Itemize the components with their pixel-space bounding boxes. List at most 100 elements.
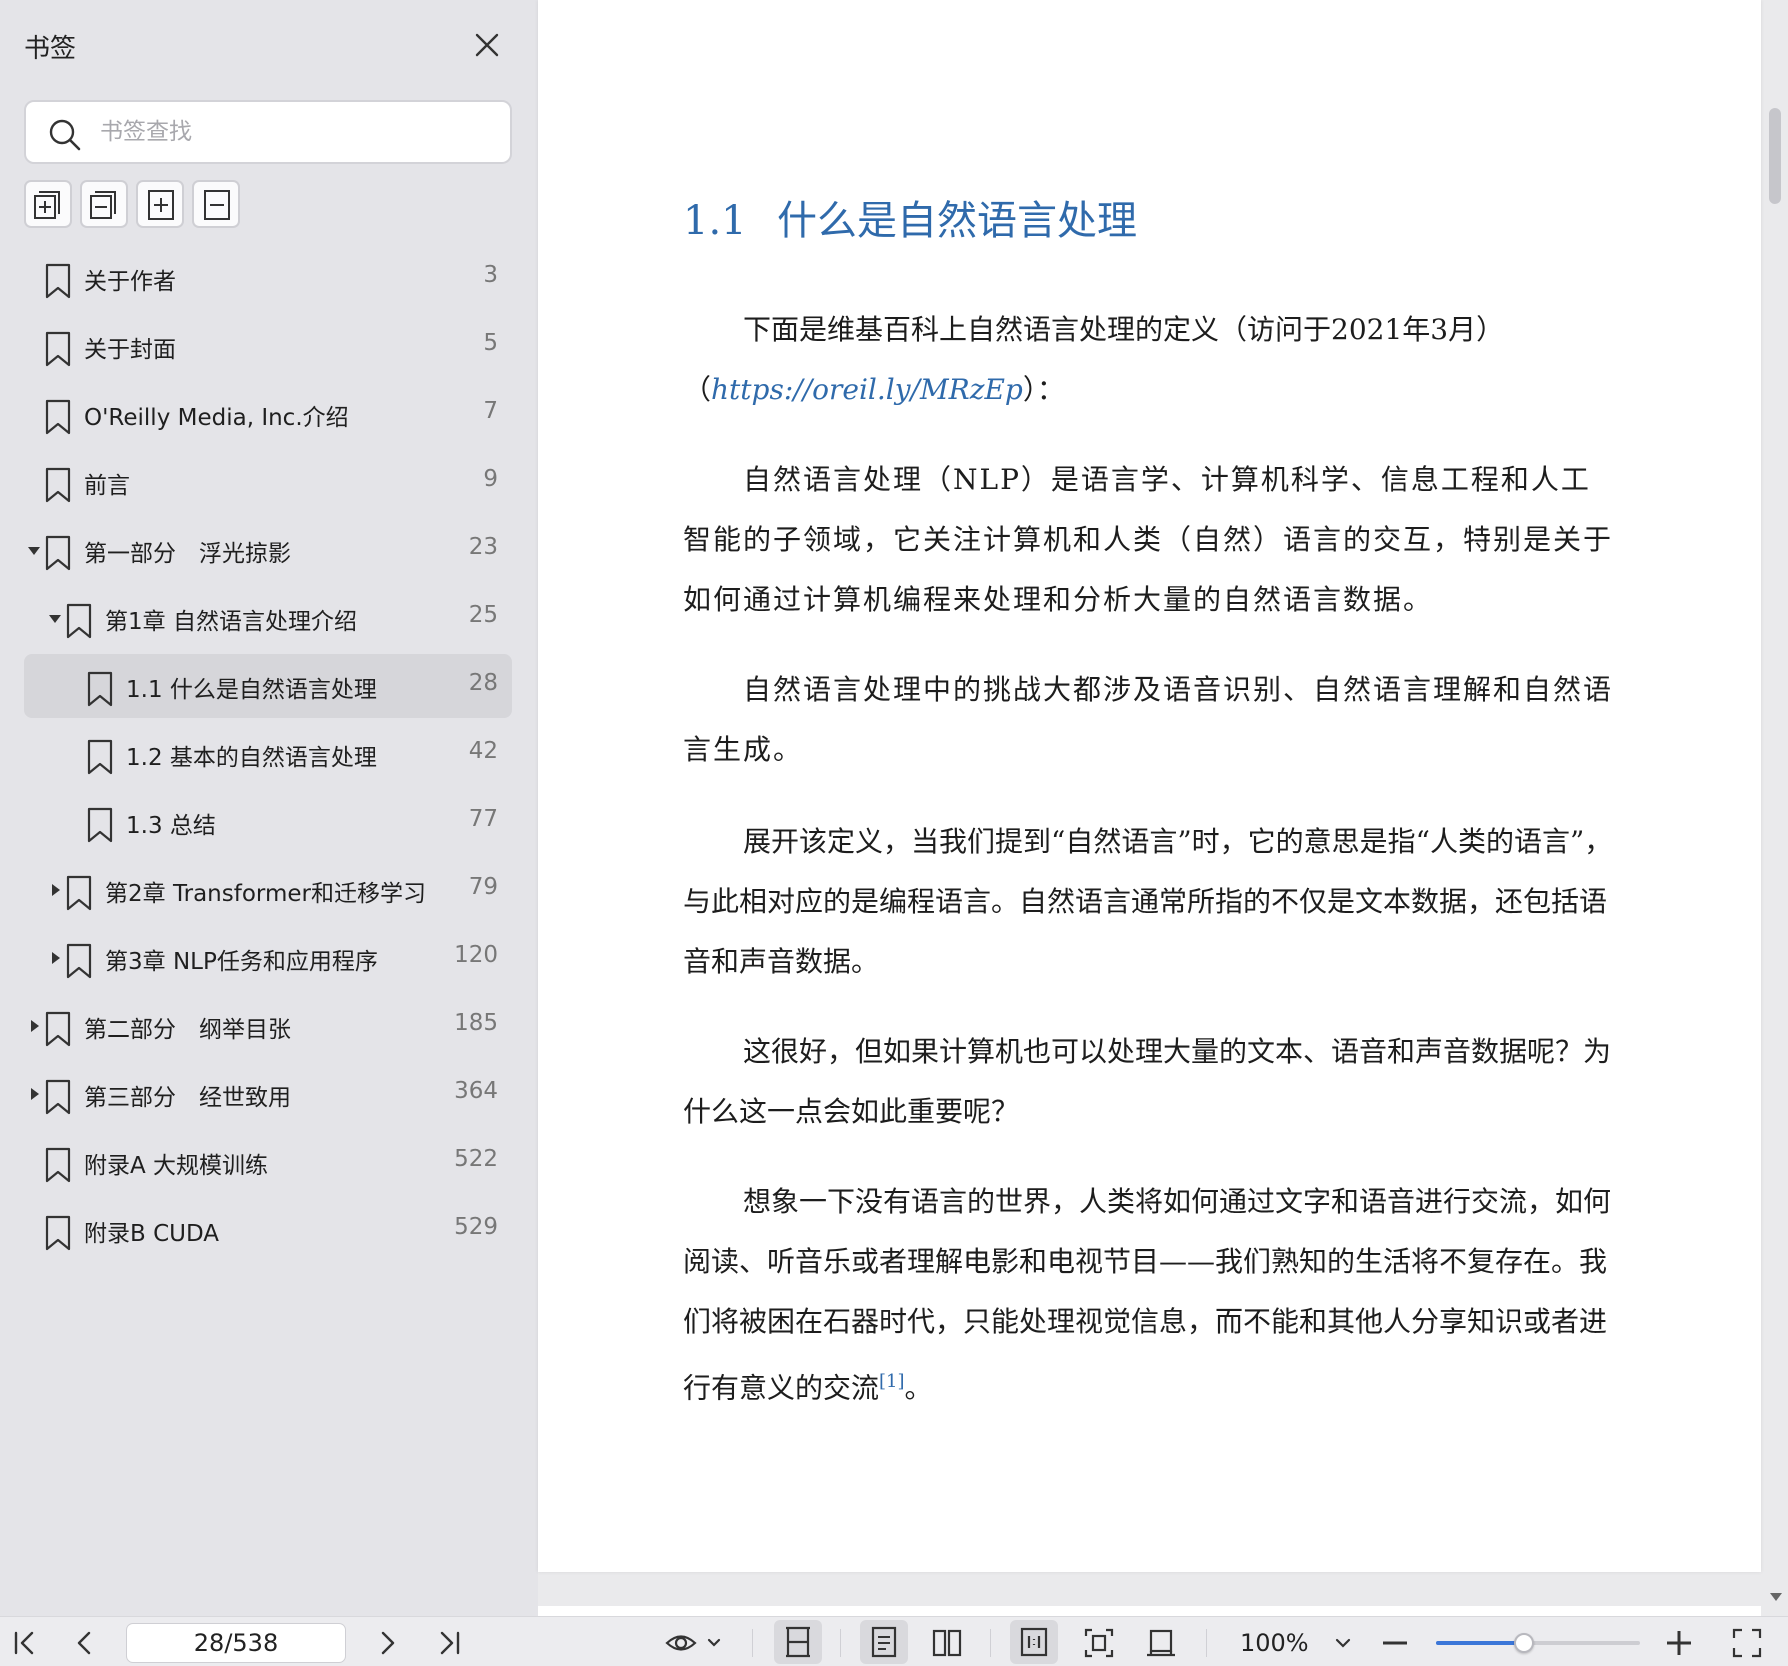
last-page-icon: [440, 1631, 460, 1655]
separator: [840, 1629, 841, 1657]
bookmark-item[interactable]: 第一部分 浮光掠影 23: [24, 518, 512, 582]
bookmark-page-number: 77: [468, 806, 498, 832]
bookmark-search-box[interactable]: [24, 100, 512, 164]
add-bookmark-button[interactable]: [136, 180, 184, 228]
bookmark-icon: [45, 399, 71, 435]
expand-arrow-down-icon[interactable]: [22, 538, 46, 562]
bookmark-item[interactable]: 第3章 NLP任务和应用程序 120: [24, 926, 512, 990]
bookmark-page-number: 364: [454, 1078, 498, 1104]
bookmark-item[interactable]: 第1章 自然语言处理介绍 25: [24, 586, 512, 650]
separator: [752, 1629, 753, 1657]
expand-all-button[interactable]: [24, 180, 72, 228]
bookmark-label: 附录A 大规模训练: [84, 1153, 269, 1179]
bookmark-sidebar: 书签 关于作者 3 关于封面 5 O'Reilly Media, Inc.介绍 7 前言 9 第…: [0, 0, 538, 1616]
zoom-slider-knob[interactable]: [1513, 1633, 1534, 1653]
bookmark-page-number: 25: [468, 602, 498, 628]
bookmark-page-number: 522: [454, 1146, 498, 1172]
bookmark-item[interactable]: 1.3 总结 77: [24, 790, 512, 854]
paren-open: （: [683, 373, 712, 406]
bookmark-label: 第二部分 纲举目张: [84, 1017, 291, 1043]
document-page: 1.1 什么是自然语言处理 下面是维基百科上自然语言处理的定义（访问于2021年3…: [538, 0, 1761, 1572]
zoom-slider[interactable]: [1436, 1633, 1640, 1653]
zoom-level-value: 100%: [1240, 1629, 1309, 1657]
last-page-button[interactable]: [432, 1626, 466, 1660]
zoom-out-button[interactable]: [1378, 1626, 1412, 1660]
vertical-scrollbar[interactable]: [1764, 0, 1788, 1616]
bookmark-icon: [45, 331, 71, 367]
bookmark-icon: [45, 1079, 71, 1115]
bookmark-icon: [87, 671, 113, 707]
bookmark-page-number: 120: [454, 942, 498, 968]
fit-width-button[interactable]: [774, 1620, 822, 1664]
scroll-thumb[interactable]: [1769, 108, 1781, 204]
collapse-arrow-right-icon[interactable]: [22, 1082, 46, 1106]
footnote-ref[interactable]: [1]: [879, 1371, 905, 1392]
rotate-view-button[interactable]: [1144, 1626, 1178, 1660]
bookmark-item[interactable]: O'Reilly Media, Inc.介绍 7: [24, 382, 512, 446]
bookmark-label: 1.1 什么是自然语言处理: [126, 677, 377, 703]
bookmark-item[interactable]: 1.2 基本的自然语言处理 42: [24, 722, 512, 786]
separator: [1206, 1629, 1207, 1657]
zoom-dropdown-arrow[interactable]: [1326, 1626, 1360, 1660]
bookmark-item[interactable]: 第二部分 纲举目张 185: [24, 994, 512, 1058]
next-page-button[interactable]: [370, 1626, 404, 1660]
view-mode-dropdown[interactable]: [664, 1626, 728, 1660]
bookmark-item[interactable]: 第三部分 经世致用 364: [24, 1062, 512, 1126]
collapse-arrow-right-icon[interactable]: [43, 946, 67, 970]
bookmark-item[interactable]: 关于作者 3: [24, 246, 512, 310]
bookmark-item[interactable]: 1.1 什么是自然语言处理 28: [24, 654, 512, 718]
bookmark-item[interactable]: 关于封面 5: [24, 314, 512, 378]
wikipedia-link[interactable]: https://oreil.ly/MRzEp: [711, 373, 1023, 406]
first-page-button[interactable]: [8, 1626, 42, 1660]
bookmark-icon: [45, 1215, 71, 1251]
bookmark-page-number: 79: [468, 874, 498, 900]
bookmark-icon: [45, 1147, 71, 1183]
bookmark-label: 关于封面: [84, 337, 176, 363]
bookmark-item[interactable]: 第2章 Transformer和迁移学习 79: [24, 858, 512, 922]
collapse-arrow-right-icon[interactable]: [43, 878, 67, 902]
collapse-all-button[interactable]: [80, 180, 128, 228]
bookmark-icon: [45, 535, 71, 571]
bookmark-search-input[interactable]: [100, 112, 500, 152]
zoom-in-button[interactable]: [1662, 1626, 1696, 1660]
paragraph-imagine: 想象一下没有语言的世界，人类将如何通过文字和语音进行交流，如何阅读、听音乐或者理…: [683, 1172, 1618, 1418]
delete-bookmark-button[interactable]: [192, 180, 240, 228]
bookmark-label: 第3章 NLP任务和应用程序: [105, 949, 378, 975]
paragraph-quote-1: 自然语言处理（NLP）是语言学、计算机科学、信息工程和人工智能的子领域，它关注计…: [683, 463, 1614, 616]
plus-icon: [1667, 1631, 1691, 1655]
bookmark-label: 第1章 自然语言处理介绍: [105, 609, 357, 635]
fit-page-button[interactable]: [1082, 1626, 1116, 1660]
rotate-page-icon: [1147, 1629, 1175, 1657]
bookmark-label: 前言: [84, 473, 130, 499]
bookmark-icon: [87, 807, 113, 843]
collapse-all-icon: [90, 191, 116, 219]
fit-width-icon: [786, 1626, 810, 1658]
bookmark-item[interactable]: 附录A 大规模训练 522: [24, 1130, 512, 1194]
bookmark-label: 第三部分 经世致用: [84, 1085, 291, 1111]
bookmark-item[interactable]: 前言 9: [24, 450, 512, 514]
two-page-button[interactable]: [930, 1626, 964, 1660]
close-icon[interactable]: [470, 28, 504, 62]
fullscreen-button[interactable]: [1730, 1626, 1764, 1660]
bookmark-icon: [66, 943, 92, 979]
single-page-button[interactable]: [860, 1620, 908, 1664]
single-page-icon: [871, 1626, 897, 1658]
bookmark-page-number: 28: [468, 670, 498, 696]
previous-page-button[interactable]: [68, 1626, 102, 1660]
chevron-right-icon: [381, 1631, 395, 1655]
expand-arrow-down-icon[interactable]: [43, 606, 67, 630]
actual-size-button[interactable]: [1010, 1620, 1058, 1664]
fullscreen-icon: [1732, 1628, 1762, 1658]
section-title: 什么是自然语言处理: [777, 198, 1137, 244]
bookmark-page-number: 9: [483, 466, 498, 492]
page-number-input[interactable]: [126, 1623, 346, 1663]
bookmark-item[interactable]: 附录B CUDA 529: [24, 1198, 512, 1262]
bookmark-page-number: 7: [483, 398, 498, 424]
bookmark-label: 附录B CUDA: [84, 1221, 220, 1247]
collapse-arrow-right-icon[interactable]: [22, 1014, 46, 1038]
scroll-down-icon[interactable]: [1768, 1590, 1784, 1604]
bookmark-label: 第2章 Transformer和迁移学习: [105, 881, 426, 907]
paragraph-expand: 展开该定义，当我们提到“自然语言”时，它的意思是指“人类的语言”，与此相对应的是…: [683, 825, 1613, 978]
zoom-level-dropdown[interactable]: 100%: [1240, 1629, 1309, 1657]
expand-all-icon: [34, 191, 60, 219]
